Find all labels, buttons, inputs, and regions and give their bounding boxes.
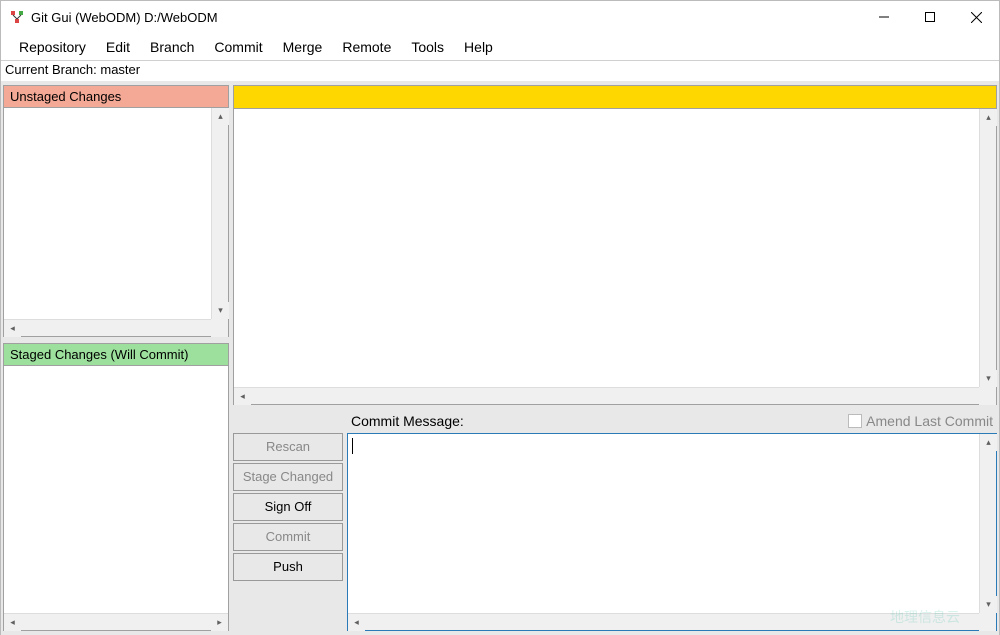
scrollbar-vertical[interactable]: ▴▾	[979, 434, 996, 613]
unstaged-panel: Unstaged Changes ▴▾ ◂▸	[3, 85, 229, 337]
window-controls	[861, 1, 999, 33]
scroll-track[interactable]	[980, 451, 996, 596]
menu-tools[interactable]: Tools	[401, 35, 454, 59]
scroll-down-icon[interactable]: ▾	[980, 596, 997, 613]
menu-merge[interactable]: Merge	[273, 35, 333, 59]
scrollbar-vertical[interactable]: ▴▾	[979, 109, 996, 387]
commit-body: Rescan Stage Changed Sign Off Commit Pus…	[233, 433, 997, 631]
scroll-track[interactable]	[251, 388, 979, 404]
unstaged-list[interactable]: ▴▾ ◂▸	[4, 108, 228, 336]
scroll-up-icon[interactable]: ▴	[980, 434, 997, 451]
staged-panel: Staged Changes (Will Commit) ◂▸	[3, 343, 229, 631]
amend-label: Amend Last Commit	[866, 413, 993, 429]
scroll-right-icon[interactable]: ▸	[211, 614, 228, 631]
action-buttons: Rescan Stage Changed Sign Off Commit Pus…	[233, 433, 343, 631]
scrollbar-horizontal[interactable]: ◂▸	[348, 613, 996, 630]
scroll-track[interactable]	[21, 320, 211, 336]
menu-repository[interactable]: Repository	[9, 35, 96, 59]
scrollbar-horizontal[interactable]: ◂▸	[4, 319, 228, 336]
staged-list[interactable]: ◂▸	[4, 366, 228, 630]
diff-header	[233, 85, 997, 109]
scroll-left-icon[interactable]: ◂	[234, 388, 251, 405]
scroll-down-icon[interactable]: ▾	[980, 370, 997, 387]
unstaged-header: Unstaged Changes	[4, 86, 228, 108]
commit-message-input[interactable]: ▴▾ ◂▸	[347, 433, 997, 631]
maximize-button[interactable]	[907, 1, 953, 33]
push-button[interactable]: Push	[233, 553, 343, 581]
menubar: Repository Edit Branch Commit Merge Remo…	[1, 33, 999, 61]
menu-edit[interactable]: Edit	[96, 35, 140, 59]
scroll-left-icon[interactable]: ◂	[4, 320, 21, 337]
scroll-down-icon[interactable]: ▾	[212, 302, 229, 319]
scroll-track[interactable]	[980, 126, 996, 370]
amend-last-commit[interactable]: Amend Last Commit	[848, 413, 993, 429]
diff-view[interactable]: ▴▾ ◂▸	[233, 109, 997, 405]
main-area: Unstaged Changes ▴▾ ◂▸ Staged Changes (W…	[1, 81, 999, 635]
stage-changed-button[interactable]: Stage Changed	[233, 463, 343, 491]
scroll-track[interactable]	[212, 125, 228, 302]
scroll-track[interactable]	[21, 614, 211, 630]
scroll-left-icon[interactable]: ◂	[348, 614, 365, 631]
minimize-button[interactable]	[861, 1, 907, 33]
sign-off-button[interactable]: Sign Off	[233, 493, 343, 521]
right-column: ▴▾ ◂▸ Commit Message: Amend Last Commit …	[229, 81, 999, 635]
menu-help[interactable]: Help	[454, 35, 503, 59]
scroll-corner	[979, 387, 996, 404]
window-title: Git Gui (WebODM) D:/WebODM	[31, 10, 861, 25]
scroll-corner	[211, 319, 228, 336]
text-cursor	[352, 438, 353, 454]
scroll-corner	[979, 613, 996, 630]
left-column: Unstaged Changes ▴▾ ◂▸ Staged Changes (W…	[1, 81, 229, 635]
scroll-up-icon[interactable]: ▴	[980, 109, 997, 126]
checkbox-icon[interactable]	[848, 414, 862, 428]
commit-button[interactable]: Commit	[233, 523, 343, 551]
rescan-button[interactable]: Rescan	[233, 433, 343, 461]
scroll-up-icon[interactable]: ▴	[212, 108, 229, 125]
titlebar[interactable]: Git Gui (WebODM) D:/WebODM	[1, 1, 999, 33]
scroll-track[interactable]	[365, 614, 979, 630]
git-gui-icon	[9, 9, 25, 25]
menu-branch[interactable]: Branch	[140, 35, 204, 59]
scrollbar-horizontal[interactable]: ◂▸	[234, 387, 996, 404]
commit-header: Commit Message: Amend Last Commit	[233, 411, 997, 433]
menu-remote[interactable]: Remote	[332, 35, 401, 59]
scroll-left-icon[interactable]: ◂	[4, 614, 21, 631]
staged-header: Staged Changes (Will Commit)	[4, 344, 228, 366]
current-branch-label: Current Branch: master	[1, 61, 999, 81]
commit-message-label: Commit Message:	[351, 413, 464, 429]
close-button[interactable]	[953, 1, 999, 33]
scrollbar-vertical[interactable]: ▴▾	[211, 108, 228, 319]
menu-commit[interactable]: Commit	[204, 35, 272, 59]
commit-area: Commit Message: Amend Last Commit Rescan…	[233, 411, 997, 631]
diff-area: ▴▾ ◂▸	[233, 85, 997, 405]
scrollbar-horizontal[interactable]: ◂▸	[4, 613, 228, 630]
